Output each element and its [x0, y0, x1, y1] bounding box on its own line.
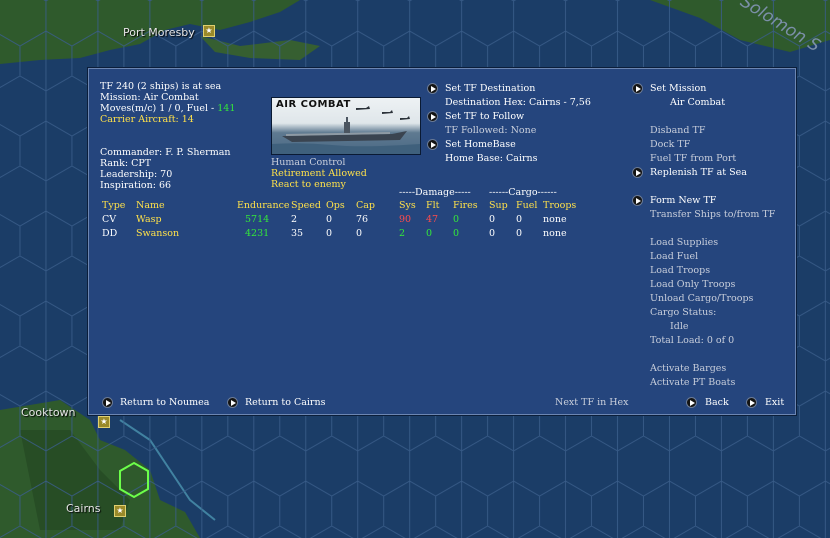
activate-pt-boats[interactable]: Activate PT Boats — [650, 377, 735, 389]
col-sup: Sup — [489, 200, 508, 211]
col-speed: Speed — [291, 200, 321, 211]
return-noumea-button[interactable] — [102, 397, 113, 408]
set-follow-label[interactable]: Set TF to Follow — [445, 111, 524, 123]
damage-group-header: -----Damage----- — [399, 187, 471, 198]
load-fuel[interactable]: Load Fuel — [650, 251, 698, 263]
replenish-button[interactable] — [632, 167, 643, 178]
set-homebase-label[interactable]: Set HomeBase — [445, 139, 516, 151]
set-homebase-button[interactable] — [427, 139, 438, 150]
return-cairns-label[interactable]: Return to Cairns — [245, 397, 325, 409]
ship-name[interactable]: Wasp — [136, 214, 162, 226]
disband-tf[interactable]: Disband TF — [650, 125, 705, 137]
mission-picture: AIR COMBAT — [271, 97, 421, 155]
unload-cargo[interactable]: Unload Cargo/Troops — [650, 293, 753, 305]
tf-followed: TF Followed: None — [445, 125, 537, 136]
map-label-cairns: Cairns — [66, 502, 101, 515]
set-mission-label[interactable]: Set Mission — [650, 83, 706, 95]
set-follow-button[interactable] — [427, 111, 438, 122]
ship-sup: 0 — [489, 228, 496, 239]
col-cap: Cap — [356, 200, 376, 211]
dock-tf[interactable]: Dock TF — [650, 139, 690, 151]
load-only-troops[interactable]: Load Only Troops — [650, 279, 735, 291]
col-troops: Troops — [543, 200, 577, 211]
return-cairns-button[interactable] — [227, 397, 238, 408]
carrier-ship-image — [272, 106, 420, 154]
set-mission-button[interactable] — [632, 83, 643, 94]
fuel-from-port[interactable]: Fuel TF from Port — [650, 153, 736, 165]
next-tf-in-hex[interactable]: Next TF in Hex — [555, 397, 629, 409]
destination-hex: Destination Hex: Cairns - 7,56 — [445, 97, 591, 108]
activate-barges[interactable]: Activate Barges — [650, 363, 726, 375]
ship-ops: 0 — [326, 228, 333, 239]
ship-flt: 47 — [426, 214, 439, 225]
replenish-label[interactable]: Replenish TF at Sea — [650, 167, 747, 179]
ship-troops: none — [543, 214, 567, 225]
ship-name[interactable]: Swanson — [136, 228, 179, 240]
ship-sys: 90 — [399, 214, 412, 225]
map-label-cooktown: Cooktown — [21, 406, 76, 419]
homebase-value: Home Base: Cairns — [445, 153, 538, 164]
ship-fires: 0 — [453, 228, 460, 239]
map-label-port-moresby: Port Moresby — [123, 26, 195, 39]
ship-ops: 0 — [326, 214, 333, 225]
task-force-panel: TF 240 (2 ships) is at sea Mission: Air … — [88, 68, 796, 415]
col-sys: Sys — [399, 200, 416, 211]
transfer-ships[interactable]: Transfer Ships to/from TF — [650, 209, 775, 221]
col-fires: Fires — [453, 200, 478, 211]
cargo-group-header: ------Cargo------ — [489, 187, 557, 198]
mission-value: Air Combat — [670, 97, 726, 108]
tf-fuel-value: 141 — [217, 103, 236, 114]
col-flt: Flt — [426, 200, 440, 211]
cargo-status-value: Idle — [670, 321, 689, 332]
ship-cap: 76 — [356, 214, 369, 225]
load-supplies[interactable]: Load Supplies — [650, 237, 718, 249]
total-load: Total Load: 0 of 0 — [650, 335, 735, 346]
set-destination-label[interactable]: Set TF Destination — [445, 83, 535, 95]
load-troops[interactable]: Load Troops — [650, 265, 710, 277]
cargo-status-label: Cargo Status: — [650, 307, 717, 318]
col-name: Name — [136, 200, 165, 211]
base-icon-cairns[interactable]: ★ — [114, 505, 126, 517]
back-label[interactable]: Back — [705, 397, 729, 409]
ship-endurance: 5714 — [245, 214, 270, 225]
back-button[interactable] — [686, 397, 697, 408]
ship-endurance: 4231 — [245, 228, 270, 239]
exit-label[interactable]: Exit — [765, 397, 784, 409]
set-destination-button[interactable] — [427, 83, 438, 94]
form-new-tf-button[interactable] — [632, 195, 643, 206]
base-icon-port-moresby[interactable]: ★ — [203, 25, 215, 37]
tf-carrier-aircraft: Carrier Aircraft: 14 — [100, 114, 194, 125]
ship-sup: 0 — [489, 214, 496, 225]
ship-speed: 35 — [291, 228, 304, 239]
ship-speed: 2 — [291, 214, 298, 225]
form-new-tf-label[interactable]: Form New TF — [650, 195, 716, 207]
exit-button[interactable] — [746, 397, 757, 408]
ship-troops: none — [543, 228, 567, 239]
ship-sys: 2 — [399, 228, 406, 239]
col-ops: Ops — [326, 200, 345, 211]
ship-type: CV — [102, 214, 117, 225]
ship-type: DD — [102, 228, 118, 239]
tf-inspiration: Inspiration: 66 — [100, 180, 172, 191]
ship-cap: 0 — [356, 228, 363, 239]
col-type: Type — [102, 200, 126, 211]
status-react[interactable]: React to enemy — [271, 179, 346, 191]
ship-fires: 0 — [453, 214, 460, 225]
ship-fuel: 0 — [516, 228, 523, 239]
base-icon-cooktown[interactable]: ★ — [98, 416, 110, 428]
col-endurance: Endurance — [237, 200, 290, 211]
return-noumea-label[interactable]: Return to Noumea — [120, 397, 209, 409]
ship-fuel: 0 — [516, 214, 523, 225]
ship-flt: 0 — [426, 228, 433, 239]
col-fuel: Fuel — [516, 200, 538, 211]
